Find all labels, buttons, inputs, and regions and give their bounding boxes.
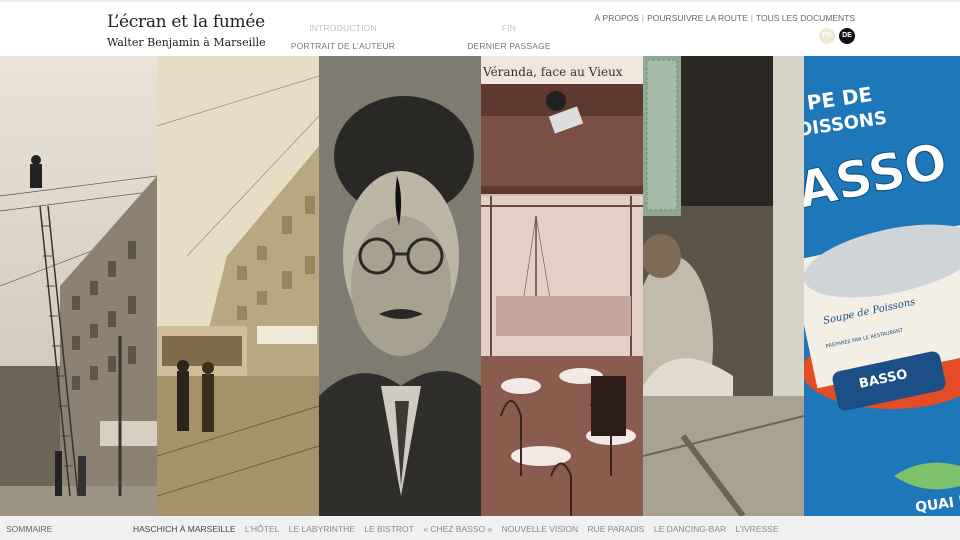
link-separator: | — [641, 13, 645, 23]
chapter-rue-paradis[interactable]: RUE PARADIS — [587, 524, 644, 534]
portrait-photo-image — [319, 56, 481, 516]
chapter-navigation-bar: SOMMAIRE HASCHICH À MARSEILLE L’HÔTEL LE… — [0, 516, 960, 540]
strip-hotel[interactable] — [157, 56, 319, 516]
chapter-l-hotel[interactable]: L’HÔTEL — [245, 524, 280, 534]
chapter-chez-basso[interactable]: « CHEZ BASSO » — [423, 524, 492, 534]
link-tous-documents[interactable]: TOUS LES DOCUMENTS — [756, 13, 855, 23]
boulevard-photo-image — [157, 56, 319, 516]
site-subtitle[interactable]: Walter Benjamin à Marseille — [107, 36, 266, 49]
nav-fin-group: FIN DERNIER PASSAGE — [462, 19, 556, 55]
nav-intro-group: INTRODUCTION PORTRAIT DE L’AUTEUR — [290, 19, 396, 55]
nav-fin[interactable]: FIN — [462, 19, 556, 37]
link-separator: | — [750, 13, 753, 23]
chapter-haschich-a-marseille[interactable]: HASCHICH À MARSEILLE — [133, 524, 236, 534]
header: L’écran et la fumée Walter Benjamin à Ma… — [0, 0, 960, 56]
chapter-le-labyrinthe[interactable]: LE LABYRINTHE — [289, 524, 355, 534]
top-links: À PROPOS | POURSUIVRE LA ROUTE | TOUS LES DO… — [595, 13, 855, 23]
chapter-le-dancing-bar[interactable]: LE DANCING-BAR — [654, 524, 726, 534]
chapter-list: HASCHICH À MARSEILLE L’HÔTEL LE LABYRINT… — [133, 524, 786, 534]
basso-poster-image: PE DE OISSONS ASSO Soupe de Poissons PRÉ… — [804, 56, 960, 516]
veranda-postcard-image: Véranda, face au Vieux — [481, 56, 643, 516]
nav-dernier-passage[interactable]: DERNIER PASSAGE — [462, 37, 556, 55]
strip-nouvelle-vision[interactable]: PE DE OISSONS ASSO Soupe de Poissons PRÉ… — [804, 56, 960, 516]
link-poursuivre-route[interactable]: POURSUIVRE LA ROUTE — [647, 13, 748, 23]
strip-labyrinthe[interactable] — [319, 56, 481, 516]
nav-portrait-auteur[interactable]: PORTRAIT DE L’AUTEUR — [290, 37, 396, 55]
nav-introduction[interactable]: INTRODUCTION — [290, 19, 396, 37]
veranda-caption: Véranda, face au Vieux — [482, 65, 623, 79]
strip-haschich[interactable] — [0, 56, 157, 516]
strip-bistrot[interactable]: Véranda, face au Vieux — [481, 56, 643, 516]
site-brand[interactable]: L’écran et la fumée Walter Benjamin à Ma… — [107, 12, 266, 49]
chapter-l-ivresse[interactable]: L’IVRESSE — [736, 524, 779, 534]
language-fr-button[interactable]: FR — [819, 28, 835, 44]
chapter-le-bistrot[interactable]: LE BISTROT — [364, 524, 414, 534]
strip-chez-basso[interactable] — [643, 56, 804, 516]
sommaire-link[interactable]: SOMMAIRE — [6, 524, 52, 534]
smoker-photo-image — [643, 56, 804, 516]
site-title[interactable]: L’écran et la fumée — [107, 12, 266, 32]
street-photo-image — [0, 56, 157, 516]
link-a-propos[interactable]: À PROPOS — [595, 13, 639, 23]
chapter-nouvelle-vision[interactable]: NOUVELLE VISION — [502, 524, 579, 534]
chapter-image-strips: Véranda, face au Vieux PE DE OISSONS ASS… — [0, 56, 960, 516]
language-de-button[interactable]: DE — [839, 28, 855, 44]
